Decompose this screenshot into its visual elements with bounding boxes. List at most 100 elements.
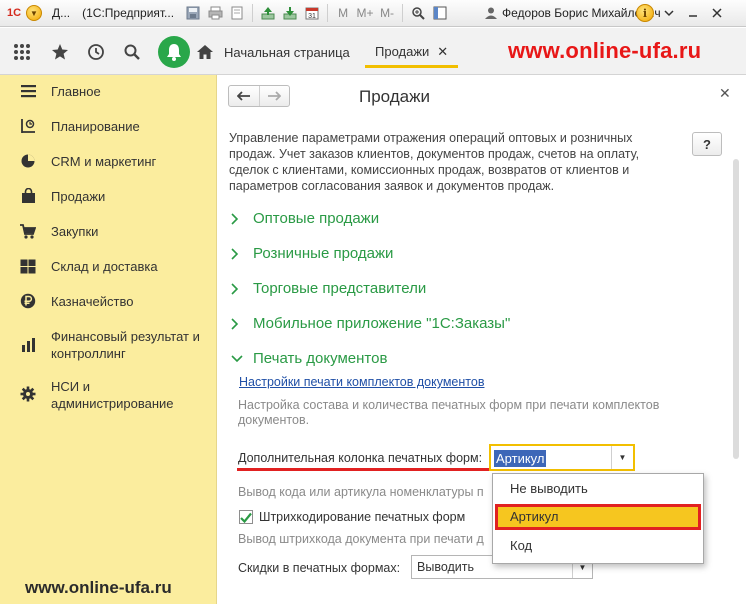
extra-column-label: Дополнительная колонка печатных форм: bbox=[238, 451, 483, 465]
barcode-checkbox[interactable] bbox=[239, 510, 253, 524]
info-icon[interactable]: i bbox=[636, 4, 654, 22]
extra-column-hint: Вывод кода или артикула номенклатуры п bbox=[238, 485, 484, 499]
main-menu-chevron-icon[interactable]: ▼ bbox=[26, 5, 42, 21]
option-article-selected[interactable]: Артикул bbox=[495, 504, 701, 530]
chevron-down-icon[interactable] bbox=[660, 4, 678, 22]
tab-home-label: Начальная страница bbox=[224, 44, 350, 60]
close-icon[interactable] bbox=[708, 4, 726, 22]
vertical-scrollbar[interactable] bbox=[733, 159, 739, 459]
home-icon bbox=[197, 45, 213, 59]
sidebar-item-label: Главное bbox=[51, 84, 101, 99]
star-icon[interactable] bbox=[48, 40, 72, 64]
crm-pie-icon bbox=[20, 153, 36, 169]
apps-grid-icon[interactable] bbox=[10, 40, 34, 64]
group-title: Мобильное приложение "1С:Заказы" bbox=[253, 315, 511, 332]
checkmark-icon bbox=[240, 512, 252, 523]
sidebar-item-planning[interactable]: Планирование bbox=[0, 117, 217, 141]
barcode-label: Штрихкодирование печатных форм bbox=[259, 510, 466, 524]
tab-sales[interactable]: Продажи ✕ bbox=[365, 38, 459, 68]
chevron-right-icon bbox=[231, 212, 243, 225]
ruble-icon bbox=[20, 293, 36, 309]
group-title: Печать документов bbox=[253, 350, 388, 367]
help-button[interactable]: ? bbox=[692, 132, 722, 156]
group-title: Оптовые продажи bbox=[253, 210, 380, 227]
watermark-bottom: www.online-ufa.ru bbox=[25, 578, 172, 597]
zoom-icon[interactable] bbox=[409, 4, 427, 22]
option-none[interactable]: Не выводить bbox=[493, 476, 703, 502]
user-icon bbox=[485, 7, 497, 19]
barcode-hint: Вывод штрихкода документа при печати д bbox=[238, 532, 484, 546]
tab-close-icon[interactable]: ✕ bbox=[437, 44, 448, 60]
group-title: Розничные продажи bbox=[253, 245, 394, 262]
calendar-icon[interactable]: 31 bbox=[303, 4, 321, 22]
search-icon[interactable] bbox=[120, 40, 144, 64]
barcode-checkbox-row[interactable]: Штрихкодирование печатных форм bbox=[239, 510, 465, 524]
sidebar-item-admin[interactable]: НСИ и администрирование bbox=[0, 377, 217, 417]
page-title: Продажи bbox=[359, 87, 430, 106]
print-sets-hint: Настройка состава и количества печатных … bbox=[238, 398, 660, 427]
preview-icon[interactable] bbox=[228, 4, 246, 22]
chevron-right-icon bbox=[231, 247, 243, 260]
window-app-title: (1С:Предприят... bbox=[82, 6, 175, 20]
sidebar-item-label: Закупки bbox=[51, 224, 99, 239]
group-print-documents[interactable]: Печать документов bbox=[231, 350, 387, 367]
forward-arrow-icon[interactable] bbox=[260, 86, 290, 106]
title-toolbar: 31 M M+ M- bbox=[182, 4, 451, 22]
notifications-bell-icon[interactable] bbox=[158, 36, 190, 68]
discounts-value: Выводить bbox=[417, 560, 475, 574]
sidebar-item-label: Финансовый результат и контроллинг bbox=[51, 329, 200, 361]
group-mobile-app[interactable]: Мобильное приложение "1С:Заказы" bbox=[231, 315, 510, 332]
bag-icon bbox=[20, 188, 36, 204]
discounts-label: Скидки в печатных формах: bbox=[238, 561, 401, 575]
save-icon[interactable] bbox=[184, 4, 202, 22]
tab-home[interactable]: Начальная страница bbox=[196, 40, 350, 64]
sidebar-item-label: Продажи bbox=[51, 189, 106, 204]
bar-chart-icon bbox=[20, 336, 36, 352]
m-minus-icon[interactable]: M- bbox=[378, 4, 396, 22]
planning-icon bbox=[20, 118, 36, 134]
sidebar-item-sales[interactable]: Продажи bbox=[0, 187, 217, 211]
print-sets-settings-link[interactable]: Настройки печати комплектов документов bbox=[239, 375, 484, 389]
download-icon[interactable] bbox=[281, 4, 299, 22]
sidebar-item-purchases[interactable]: Закупки bbox=[0, 222, 217, 246]
extra-column-value: Артикул bbox=[494, 450, 547, 467]
back-arrow-icon[interactable] bbox=[229, 86, 260, 106]
minimize-icon[interactable] bbox=[684, 4, 702, 22]
tab-sales-label: Продажи bbox=[375, 44, 430, 59]
sidebar-item-label: НСИ и администрирование bbox=[51, 379, 174, 411]
history-nav bbox=[228, 85, 290, 107]
page-description: Управление параметрами отражения операци… bbox=[229, 131, 640, 193]
extra-column-options-list: Не выводить Артикул Код bbox=[492, 473, 704, 564]
upload-icon[interactable] bbox=[259, 4, 277, 22]
close-form-icon[interactable]: ✕ bbox=[719, 85, 731, 102]
window-controls: i bbox=[636, 4, 726, 22]
current-user[interactable]: Федоров Борис Михайлович bbox=[484, 6, 661, 20]
extra-column-select[interactable]: Артикул ▼ bbox=[489, 444, 635, 471]
warehouse-icon bbox=[20, 258, 36, 274]
m-icon[interactable]: M bbox=[334, 4, 352, 22]
dropdown-arrow-icon[interactable]: ▼ bbox=[611, 446, 633, 469]
print-icon[interactable] bbox=[206, 4, 224, 22]
watermark-top: www.online-ufa.ru bbox=[508, 38, 702, 63]
sidebar-item-finance[interactable]: Финансовый результат и контроллинг bbox=[0, 327, 217, 367]
highlight-underline bbox=[237, 468, 499, 471]
group-sales-reps[interactable]: Торговые представители bbox=[231, 280, 426, 297]
chevron-down-icon bbox=[231, 354, 243, 363]
panel-icon[interactable] bbox=[431, 4, 449, 22]
sidebar-item-main[interactable]: Главное bbox=[0, 82, 217, 106]
sidebar-item-treasury[interactable]: Казначейство bbox=[0, 292, 217, 316]
sidebar-item-warehouse[interactable]: Склад и доставка bbox=[0, 257, 217, 281]
option-code[interactable]: Код bbox=[493, 533, 703, 559]
sidebar-item-label: Казначейство bbox=[51, 294, 134, 309]
group-wholesale[interactable]: Оптовые продажи bbox=[231, 210, 379, 227]
gear-icon bbox=[20, 386, 36, 402]
sections-sidebar: Главное Планирование CRM и маркетинг Про… bbox=[0, 75, 217, 604]
svg-text:31: 31 bbox=[308, 13, 316, 20]
group-retail[interactable]: Розничные продажи bbox=[231, 245, 393, 262]
window-title-short: Д... bbox=[52, 6, 71, 20]
m-plus-icon[interactable]: M+ bbox=[356, 4, 374, 22]
sidebar-item-crm[interactable]: CRM и маркетинг bbox=[0, 152, 217, 176]
sidebar-item-label: CRM и маркетинг bbox=[51, 154, 157, 169]
history-icon[interactable] bbox=[84, 40, 108, 64]
sidebar-item-label: Склад и доставка bbox=[51, 259, 158, 274]
